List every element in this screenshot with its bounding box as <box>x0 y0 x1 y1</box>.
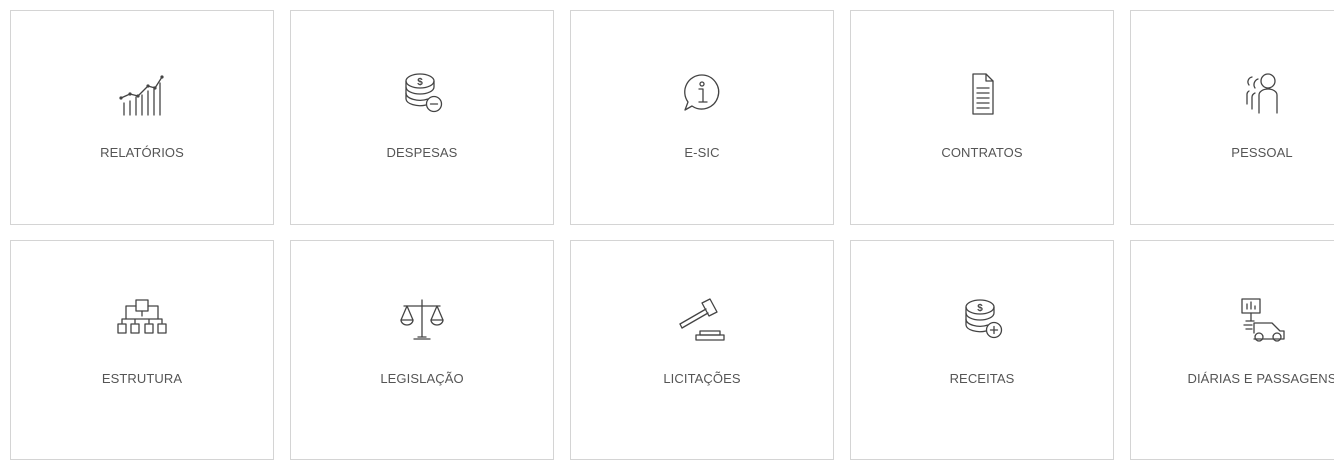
tile-estrutura[interactable]: ESTRUTURA <box>10 240 274 460</box>
tile-label: CONTRATOS <box>941 145 1023 160</box>
tile-label: PESSOAL <box>1231 145 1293 160</box>
coins-plus-icon: $ <box>952 297 1012 343</box>
coins-minus-icon: $ <box>392 71 452 117</box>
tile-despesas[interactable]: $ DESPESAS <box>290 10 554 225</box>
tile-relatorios[interactable]: RELATÓRIOS <box>10 10 274 225</box>
bar-chart-icon <box>112 71 172 117</box>
tile-label: RELATÓRIOS <box>100 145 184 160</box>
tile-legislacao[interactable]: LEGISLAÇÃO <box>290 240 554 460</box>
tile-label: DESPESAS <box>386 145 458 160</box>
tile-label: RECEITAS <box>949 371 1015 386</box>
org-chart-icon <box>112 297 172 343</box>
tile-label: LICITAÇÕES <box>663 371 741 386</box>
tile-label: DIÁRIAS E PASSAGENS <box>1187 371 1334 386</box>
tile-diarias-e-passagens[interactable]: DIÁRIAS E PASSAGENS <box>1130 240 1334 460</box>
tile-e-sic[interactable]: E-SIC <box>570 10 834 225</box>
tile-label: ESTRUTURA <box>101 371 183 386</box>
tile-receitas[interactable]: $ RECEITAS <box>850 240 1114 460</box>
svg-text:$: $ <box>417 77 423 88</box>
info-bubble-icon <box>672 71 732 117</box>
gavel-icon <box>672 297 732 343</box>
tile-pessoal[interactable]: PESSOAL <box>1130 10 1334 225</box>
svg-text:$: $ <box>977 303 983 314</box>
travel-icon <box>1232 297 1292 343</box>
tile-contratos[interactable]: CONTRATOS <box>850 10 1114 225</box>
document-icon <box>952 71 1012 117</box>
tile-label: E-SIC <box>684 145 720 160</box>
people-icon <box>1232 71 1292 117</box>
tile-licitacoes[interactable]: LICITAÇÕES <box>570 240 834 460</box>
tile-label: LEGISLAÇÃO <box>380 371 464 386</box>
scales-icon <box>392 297 452 343</box>
